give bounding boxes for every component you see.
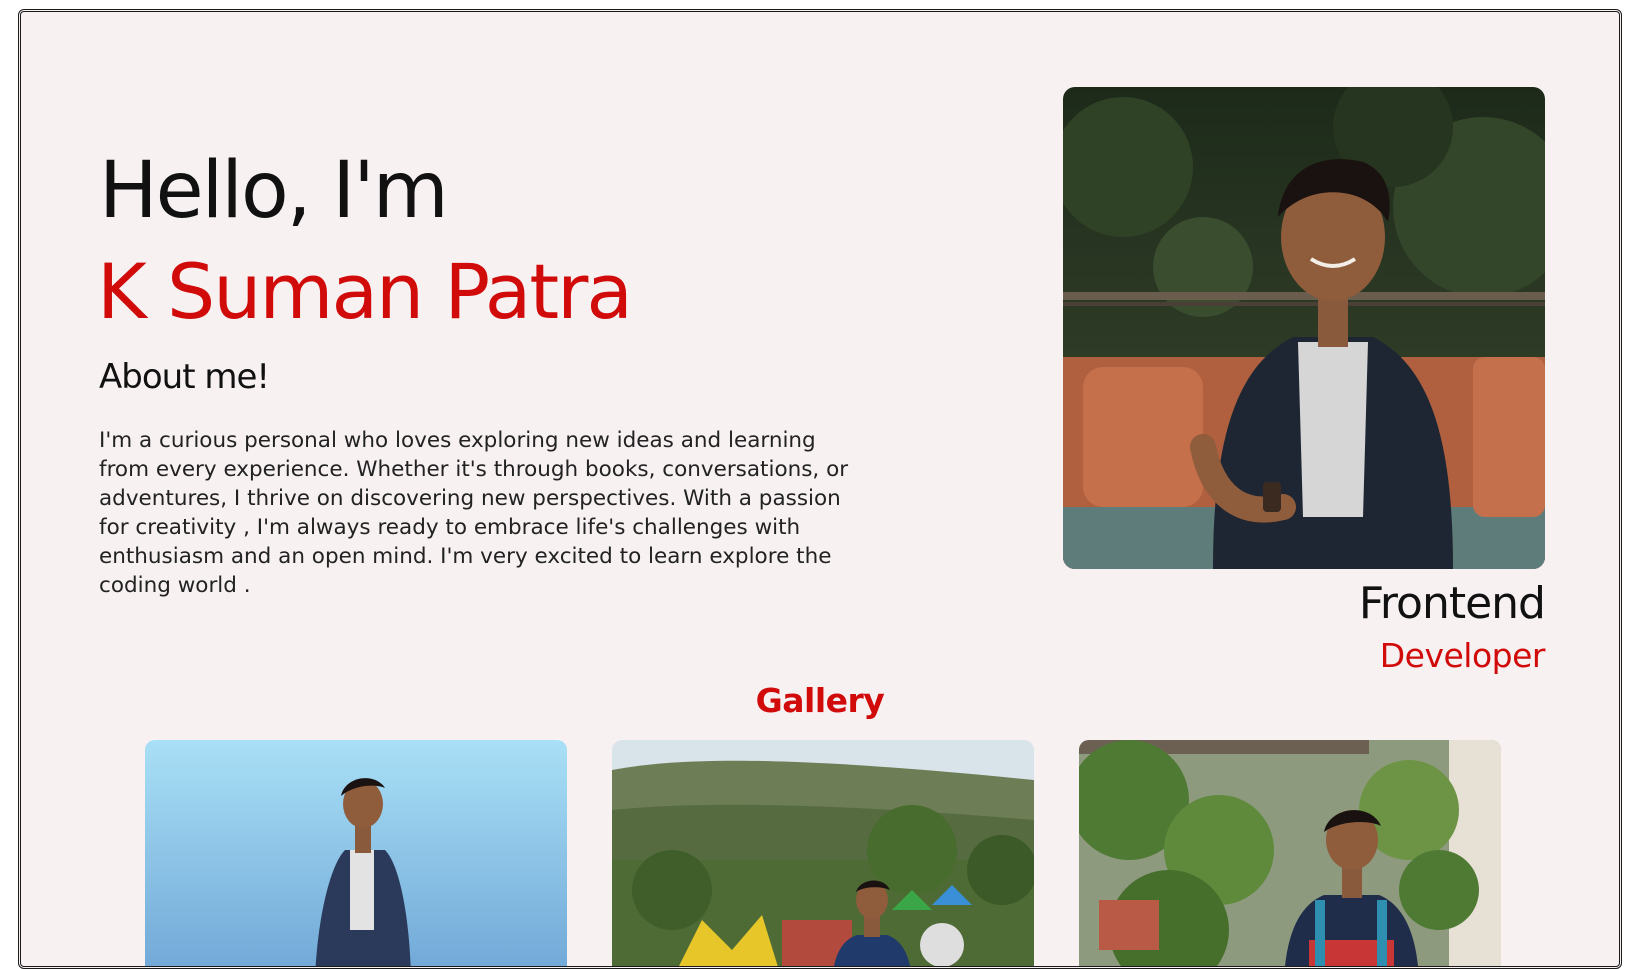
greeting-heading: Hello, I'm: [99, 146, 449, 236]
page-frame: Hello, I'm K Suman Patra About me! I'm a…: [18, 9, 1622, 969]
role-subtitle: Developer: [1379, 636, 1546, 675]
photo-sky-portrait-image: [145, 740, 567, 966]
about-heading: About me!: [99, 357, 270, 397]
gallery-heading: Gallery: [755, 681, 885, 720]
gallery-photo-1[interactable]: [145, 740, 567, 966]
photo-park-portrait-image: [612, 740, 1034, 966]
role-title: Frontend: [1358, 578, 1546, 629]
bio-paragraph: I'm a curious personal who loves explori…: [99, 428, 849, 598]
profile-photo: [1063, 87, 1545, 569]
photo-trees-portrait-image: [1079, 740, 1501, 966]
gallery-photo-2[interactable]: [612, 740, 1034, 966]
portrait-photo-image: [1063, 87, 1545, 569]
gallery-photo-3[interactable]: [1079, 740, 1501, 966]
gallery-grid: [145, 740, 1501, 966]
name-heading: K Suman Patra: [97, 247, 633, 336]
